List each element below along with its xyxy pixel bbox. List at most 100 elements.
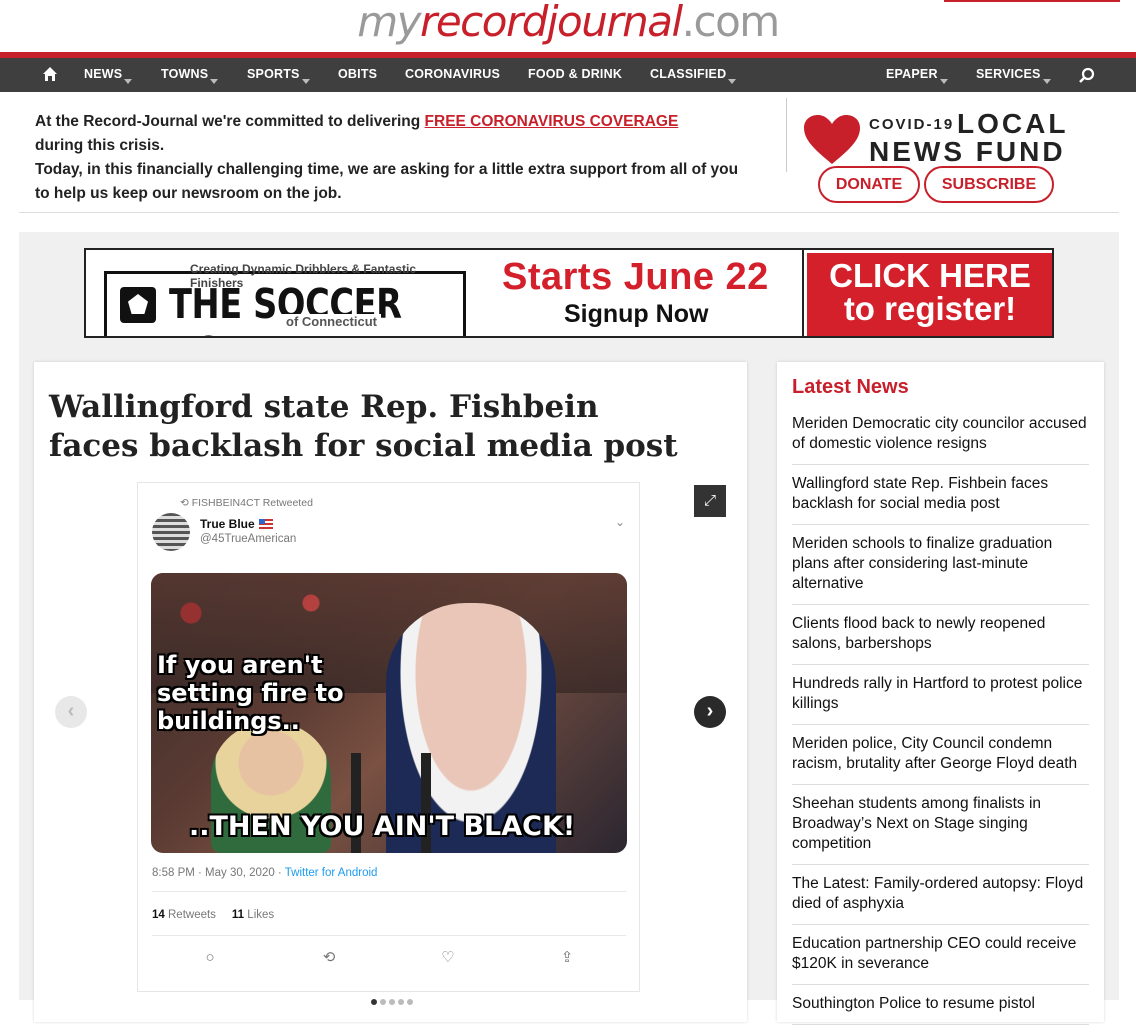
expand-icon[interactable]: ⤢ bbox=[694, 485, 726, 517]
ad-cta-line2: to register! bbox=[843, 290, 1017, 327]
nav-sports[interactable]: SPORTS bbox=[247, 58, 310, 92]
list-item[interactable]: Meriden police, City Council condemn rac… bbox=[792, 734, 1089, 785]
avatar bbox=[152, 513, 190, 551]
list-item[interactable]: Southington Police to resume pistol bbox=[792, 994, 1089, 1025]
tweet-retweeted-by-text: FISHBEIN4CT Retweeted bbox=[191, 497, 313, 509]
tweet-author-name: True Blue bbox=[200, 517, 273, 531]
nav-obits[interactable]: OBITS bbox=[338, 58, 377, 92]
chevron-down-icon bbox=[939, 79, 948, 84]
ad-region: of Connecticut bbox=[282, 314, 381, 329]
fund-news-label: NEWS FUND bbox=[869, 136, 1066, 167]
promo-message: At the Record-Journal we're committed to… bbox=[35, 110, 755, 206]
list-item[interactable]: The Latest: Family-ordered autopsy: Floy… bbox=[792, 874, 1089, 925]
nav-towns[interactable]: TOWNS bbox=[161, 58, 219, 92]
tweet-time-text: 8:58 PM · May 30, 2020 · bbox=[152, 867, 285, 879]
nav-news[interactable]: NEWS bbox=[84, 58, 133, 92]
subscribe-button[interactable]: SUBSCRIBE bbox=[924, 166, 1054, 203]
tweet-stats: 14 Retweets 11 Likes bbox=[152, 909, 274, 921]
nav-classified-label: CLASSIFIED bbox=[650, 67, 727, 81]
ad-register-cta[interactable]: CLICK HERE to register! bbox=[802, 250, 1052, 336]
chevron-right-icon[interactable]: › bbox=[694, 696, 726, 728]
ad-tagline: Creating Dynamic Dribblers & Fantastic F… bbox=[190, 262, 417, 290]
tweet-author-name-text: True Blue bbox=[200, 517, 255, 531]
retweet-count: 14 bbox=[152, 909, 165, 921]
ad-signup: Signup Now bbox=[564, 300, 709, 328]
nav-epaper-label: EPAPER bbox=[886, 67, 938, 81]
tweet-retweeted-by: ⟲ FISHBEIN4CT Retweeted bbox=[180, 497, 313, 509]
nav-epaper[interactable]: EPAPER bbox=[886, 58, 948, 92]
us-flag-icon bbox=[258, 519, 273, 529]
soccer-ball-icon bbox=[120, 287, 156, 323]
article-headline: Wallingford state Rep. Fishbein faces ba… bbox=[49, 389, 678, 464]
donate-button[interactable]: DONATE bbox=[818, 166, 920, 203]
retweet-icon: ⟲ bbox=[180, 497, 192, 509]
latest-news-panel: Latest News Meriden Democratic city coun… bbox=[777, 362, 1104, 1025]
reply-icon: ○ bbox=[205, 949, 215, 966]
photo-gallery-slide[interactable]: ⟲ FISHBEIN4CT Retweeted True Blue @45Tru… bbox=[137, 482, 640, 992]
gallery-pagination bbox=[371, 992, 416, 1010]
article-card: Wallingford state Rep. Fishbein faces ba… bbox=[34, 362, 747, 1022]
latest-news-list: Meriden Democratic city councilor accuse… bbox=[792, 414, 1089, 1034]
promo-line1-start: At the Record-Journal we're committed to… bbox=[35, 113, 425, 130]
nav-news-label: NEWS bbox=[84, 67, 123, 81]
list-item[interactable]: Clients flood back to newly reopened sal… bbox=[792, 614, 1089, 665]
tweet-timestamp: 8:58 PM · May 30, 2020 · Twitter for And… bbox=[152, 867, 377, 879]
logo-tld: .com bbox=[681, 0, 781, 46]
list-item[interactable]: Education partnership CEO could receive … bbox=[792, 934, 1089, 985]
list-item[interactable]: Meriden Democratic city councilor accuse… bbox=[792, 414, 1089, 465]
ad-start-date: Starts June 22 bbox=[502, 256, 769, 298]
support-promo: At the Record-Journal we're committed to… bbox=[19, 92, 1119, 213]
nav-food-drink-label: FOOD & DRINK bbox=[528, 67, 623, 81]
news-fund-logo: COVID-19 LOCAL NEWS FUND bbox=[803, 106, 1103, 167]
nav-coronavirus[interactable]: CORONAVIRUS bbox=[405, 58, 500, 92]
heart-icon bbox=[804, 115, 860, 164]
nav-services[interactable]: SERVICES bbox=[976, 58, 1051, 92]
tweet-author-handle: @45TrueAmerican bbox=[200, 533, 297, 545]
chevron-down-icon bbox=[301, 79, 310, 84]
meme-caption-bottom: ..THEN YOU AIN'T BLACK! bbox=[189, 811, 576, 842]
meme-caption-top: If you aren't setting fire to buildings.… bbox=[157, 651, 344, 735]
list-item[interactable]: Sheehan students among finalists in Broa… bbox=[792, 794, 1089, 865]
nav-coronavirus-label: CORONAVIRUS bbox=[405, 67, 501, 81]
list-item[interactable]: Hundreds rally in Hartford to protest po… bbox=[792, 674, 1089, 725]
retweet-icon: ⟲ bbox=[322, 949, 336, 966]
content-area: THE SOCCER BOX Creating Dynamic Dribbler… bbox=[19, 232, 1119, 1025]
site-header: myrecordjournal.com bbox=[0, 0, 1136, 52]
tweet-meme-image: If you aren't setting fire to buildings.… bbox=[151, 573, 627, 853]
promo-line2: Today, in this financially challenging t… bbox=[35, 161, 739, 202]
ad-brand-logo: THE SOCCER BOX Creating Dynamic Dribbler… bbox=[104, 258, 466, 336]
chevron-left-icon[interactable]: ‹ bbox=[55, 696, 87, 728]
nav-food-drink[interactable]: FOOD & DRINK bbox=[528, 58, 622, 92]
logo-name: recordjournal bbox=[420, 0, 683, 46]
nav-classified[interactable]: CLASSIFIED bbox=[650, 58, 737, 92]
search-icon[interactable] bbox=[1078, 67, 1096, 85]
like-icon: ♡ bbox=[441, 949, 455, 966]
fund-covid-label: COVID-19 bbox=[869, 116, 955, 133]
chevron-down-icon: ⌄ bbox=[614, 515, 625, 529]
ad-cta-line1: CLICK HERE bbox=[829, 257, 1031, 294]
main-nav: NEWS TOWNS SPORTS OBITS CORONAVIRUS FOOD… bbox=[0, 52, 1136, 92]
tweet-source: Twitter for Android bbox=[284, 867, 378, 879]
logo-my: my bbox=[357, 0, 421, 46]
list-item[interactable]: Meriden schools to finalize graduation p… bbox=[792, 534, 1089, 605]
list-item[interactable]: Wallingford state Rep. Fishbein faces ba… bbox=[792, 474, 1089, 525]
divider bbox=[152, 935, 626, 936]
nav-services-label: SERVICES bbox=[976, 67, 1041, 81]
header-accent bbox=[944, 0, 1120, 2]
chevron-down-icon bbox=[728, 79, 737, 84]
latest-news-title: Latest News bbox=[792, 376, 909, 398]
nav-obits-label: OBITS bbox=[338, 67, 378, 81]
chevron-down-icon bbox=[210, 79, 219, 84]
nav-sports-label: SPORTS bbox=[247, 67, 300, 81]
chevron-down-icon bbox=[1042, 79, 1051, 84]
divider bbox=[152, 891, 626, 892]
home-icon[interactable] bbox=[42, 66, 58, 82]
chevron-down-icon bbox=[124, 79, 133, 84]
promo-divider bbox=[786, 98, 787, 172]
like-count: 11 bbox=[231, 909, 245, 921]
promo-line1-end: during this crisis. bbox=[35, 137, 165, 154]
retweet-label: Retweets bbox=[168, 909, 216, 921]
soccer-box-ad[interactable]: THE SOCCER BOX Creating Dynamic Dribbler… bbox=[84, 248, 1054, 338]
free-coverage-link[interactable]: FREE CORONAVIRUS COVERAGE bbox=[425, 113, 679, 130]
site-logo[interactable]: myrecordjournal.com bbox=[0, 0, 1136, 50]
